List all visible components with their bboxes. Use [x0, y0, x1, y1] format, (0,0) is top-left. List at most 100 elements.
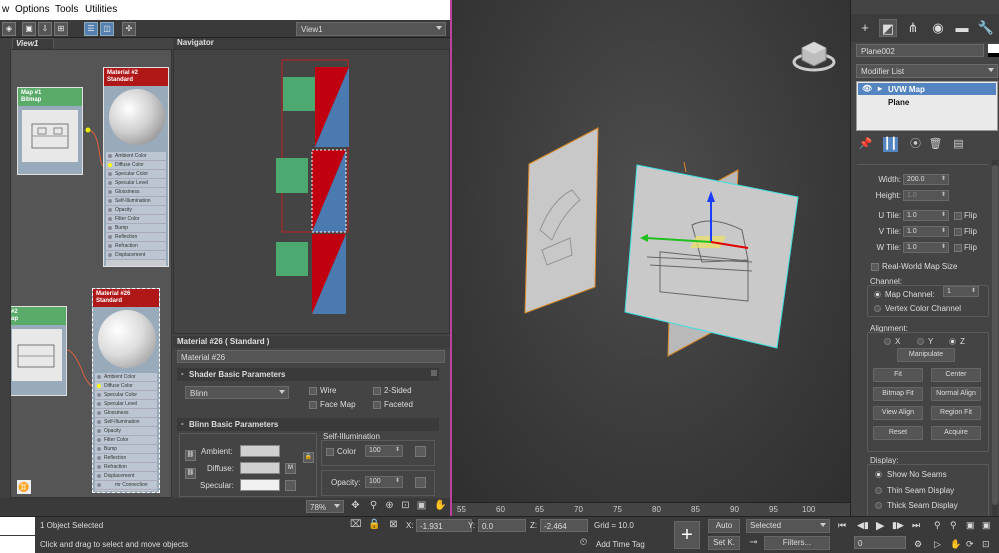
show-end-result-icon[interactable]: ┃┃ [883, 137, 898, 152]
create-tab-icon[interactable]: + [856, 19, 874, 37]
material-name-field[interactable]: Material #26 [177, 350, 445, 363]
self-illum-spinner[interactable]: 100 ⬍ [365, 445, 403, 457]
nav-zoom-extents-all-icon[interactable]: ▣ [982, 520, 991, 531]
slot-diffuse-color[interactable]: Diffuse Color [95, 382, 157, 391]
node-graph-view[interactable]: Map #1 Bitmap Material #2 Standard Ambie… [10, 49, 172, 498]
key-filter-dropdown[interactable]: Selected [746, 519, 830, 533]
map-channel-spinner[interactable]: 1 ⬍ [943, 286, 979, 297]
filters-button[interactable]: Filters... [764, 536, 830, 550]
set-key-plus-icon[interactable]: + [674, 521, 700, 549]
self-illum-color-checkbox[interactable] [326, 448, 334, 456]
selection-lock-icon[interactable]: 🔒 [368, 520, 380, 531]
motion-tab-icon[interactable]: ◉ [929, 19, 947, 37]
zoom-percent-dropdown[interactable]: 78% [306, 500, 344, 513]
slot-ambient-color[interactable]: Ambient Color [95, 373, 157, 382]
ambient-color-swatch[interactable] [240, 445, 280, 457]
utilities-tab-icon[interactable]: 🔧 [977, 19, 995, 37]
slot-mr-connection[interactable]: mr Connection [95, 481, 157, 490]
navigator-panel[interactable] [173, 49, 450, 334]
real-world-map-size-checkbox[interactable] [871, 263, 879, 271]
zoom-icon[interactable]: ⚲ [368, 501, 379, 512]
assign-material-icon[interactable]: ⊞ [54, 22, 68, 36]
play-icon[interactable]: ▶ [876, 519, 884, 532]
node-map1-bitmap[interactable]: Map #1 Bitmap [17, 87, 83, 175]
slot-diffuse-color[interactable]: Diffuse Color [106, 161, 166, 170]
slot-specular-color[interactable]: Specular Color [95, 391, 157, 400]
view-selector-dropdown[interactable]: View1 [296, 22, 446, 36]
modify-tab-icon[interactable]: ◩ [879, 19, 897, 37]
diffuse-map-button[interactable]: M [285, 463, 296, 474]
slot-specular-level[interactable]: Specular Level [95, 400, 157, 409]
x-coord-field[interactable]: -1.931 [416, 519, 472, 532]
u-tile-spinner[interactable]: 1.0 ⬍ [903, 210, 949, 221]
set-key-button[interactable]: Set K. [708, 536, 740, 550]
center-button[interactable]: Center [931, 368, 981, 382]
slot-specular-level[interactable]: Specular Level [106, 179, 166, 188]
pan-icon[interactable]: ✥ [350, 501, 361, 512]
w-tile-spinner[interactable]: 1.0 ⬍ [903, 242, 949, 253]
slot-refraction[interactable]: Refraction [95, 463, 157, 472]
isolate-selection-icon[interactable]: ⌧ [350, 520, 362, 531]
shader-type-dropdown[interactable]: Blinn [185, 386, 289, 399]
material-map-options-icon[interactable]: ✣ [122, 22, 136, 36]
perspective-viewport[interactable] [452, 0, 850, 502]
slot-glossiness[interactable]: Glossiness [106, 188, 166, 197]
reset-button[interactable]: Reset [873, 426, 923, 440]
nav-zoom-extents-icon[interactable]: ▣ [966, 520, 975, 531]
nav-pan-icon[interactable]: ✋ [950, 539, 961, 550]
slot-reflection[interactable]: Reflection [95, 454, 157, 463]
next-frame-icon[interactable]: ▮▶ [892, 520, 904, 531]
lock-diffuse-specular-icon[interactable]: ⛓ [185, 468, 196, 479]
self-illum-map-button[interactable] [415, 446, 426, 457]
slot-filter-color[interactable]: Filter Color [106, 215, 166, 224]
stack-item-uvw-map[interactable]: 👁 ▸ UVW Map [858, 83, 996, 95]
show-map-in-viewport-icon[interactable]: ◫ [100, 22, 114, 36]
slot-filter-color[interactable]: Filter Color [95, 436, 157, 445]
node-map2-bitmap[interactable]: #2 ap [11, 306, 67, 396]
maxscript-listener-output[interactable] [0, 536, 35, 553]
u-flip-checkbox[interactable] [954, 212, 962, 220]
width-spinner[interactable]: 200.0 ⬍ [903, 174, 949, 185]
configure-modifier-sets-icon[interactable]: ▤ [951, 137, 966, 152]
align-y-radio[interactable] [917, 338, 924, 345]
menu-item-view[interactable]: w [2, 4, 9, 15]
z-coord-field[interactable]: -2.464 [540, 519, 588, 532]
nav-zoom-icon[interactable]: ⚲ [934, 520, 941, 531]
align-x-radio[interactable] [884, 338, 891, 345]
slot-self-illumination[interactable]: Self-Illumination [106, 197, 166, 206]
put-material-icon[interactable]: ⇩ [38, 22, 52, 36]
acquire-button[interactable]: Acquire [931, 426, 981, 440]
zoom-extents-selected-icon[interactable]: ▣ [416, 501, 427, 512]
bitmap-fit-button[interactable]: Bitmap Fit [873, 387, 923, 401]
node-material-top[interactable]: Material #2 Standard Ambient Color Diffu… [103, 67, 169, 267]
zoom-extents-icon[interactable]: ⊡ [400, 501, 411, 512]
go-to-end-icon[interactable]: ⏭ [912, 520, 920, 531]
normal-align-button[interactable]: Normal Align [931, 387, 981, 401]
object-color-swatch[interactable] [988, 44, 999, 57]
rollout-blinn-basic-parameters[interactable]: Blinn Basic Parameters [177, 418, 439, 431]
v-tile-spinner[interactable]: 1.0 ⬍ [903, 226, 949, 237]
opacity-spinner[interactable]: 100 ⬍ [365, 476, 403, 488]
show-no-seams-radio[interactable] [875, 471, 882, 478]
expand-arrow-icon[interactable]: ▸ [878, 84, 882, 93]
w-flip-checkbox[interactable] [954, 244, 962, 252]
object-name-field[interactable]: Plane002 [856, 44, 984, 57]
v-flip-checkbox[interactable] [954, 228, 962, 236]
time-config-icon[interactable]: ⚙ [914, 539, 922, 550]
nav-fov-icon[interactable]: ▷ [934, 539, 941, 550]
select-tool-icon[interactable]: ◈ [2, 22, 16, 36]
pick-material-icon[interactable]: ▣ [22, 22, 36, 36]
menu-item-options[interactable]: Options [15, 4, 49, 15]
previous-frame-icon[interactable]: ◀▮ [857, 520, 869, 531]
menu-item-utilities[interactable]: Utilities [85, 4, 117, 15]
manipulate-button[interactable]: Manipulate [897, 348, 955, 362]
absolute-transform-icon[interactable]: ⊠ [388, 520, 399, 531]
thin-seam-display-radio[interactable] [875, 487, 882, 494]
remove-modifier-icon[interactable]: 🗑 [928, 137, 943, 152]
lock-icon[interactable]: 🔒 [303, 452, 314, 463]
slot-ambient-color[interactable]: Ambient Color [106, 152, 166, 161]
node-material26[interactable]: Material #26 Standard Ambient Color Diff… [92, 288, 160, 493]
timeline-ruler[interactable]: 55 60 65 70 75 80 85 90 95 100 [452, 502, 850, 516]
maxscript-listener-input[interactable] [0, 517, 35, 535]
slot-glossiness[interactable]: Glossiness [95, 409, 157, 418]
